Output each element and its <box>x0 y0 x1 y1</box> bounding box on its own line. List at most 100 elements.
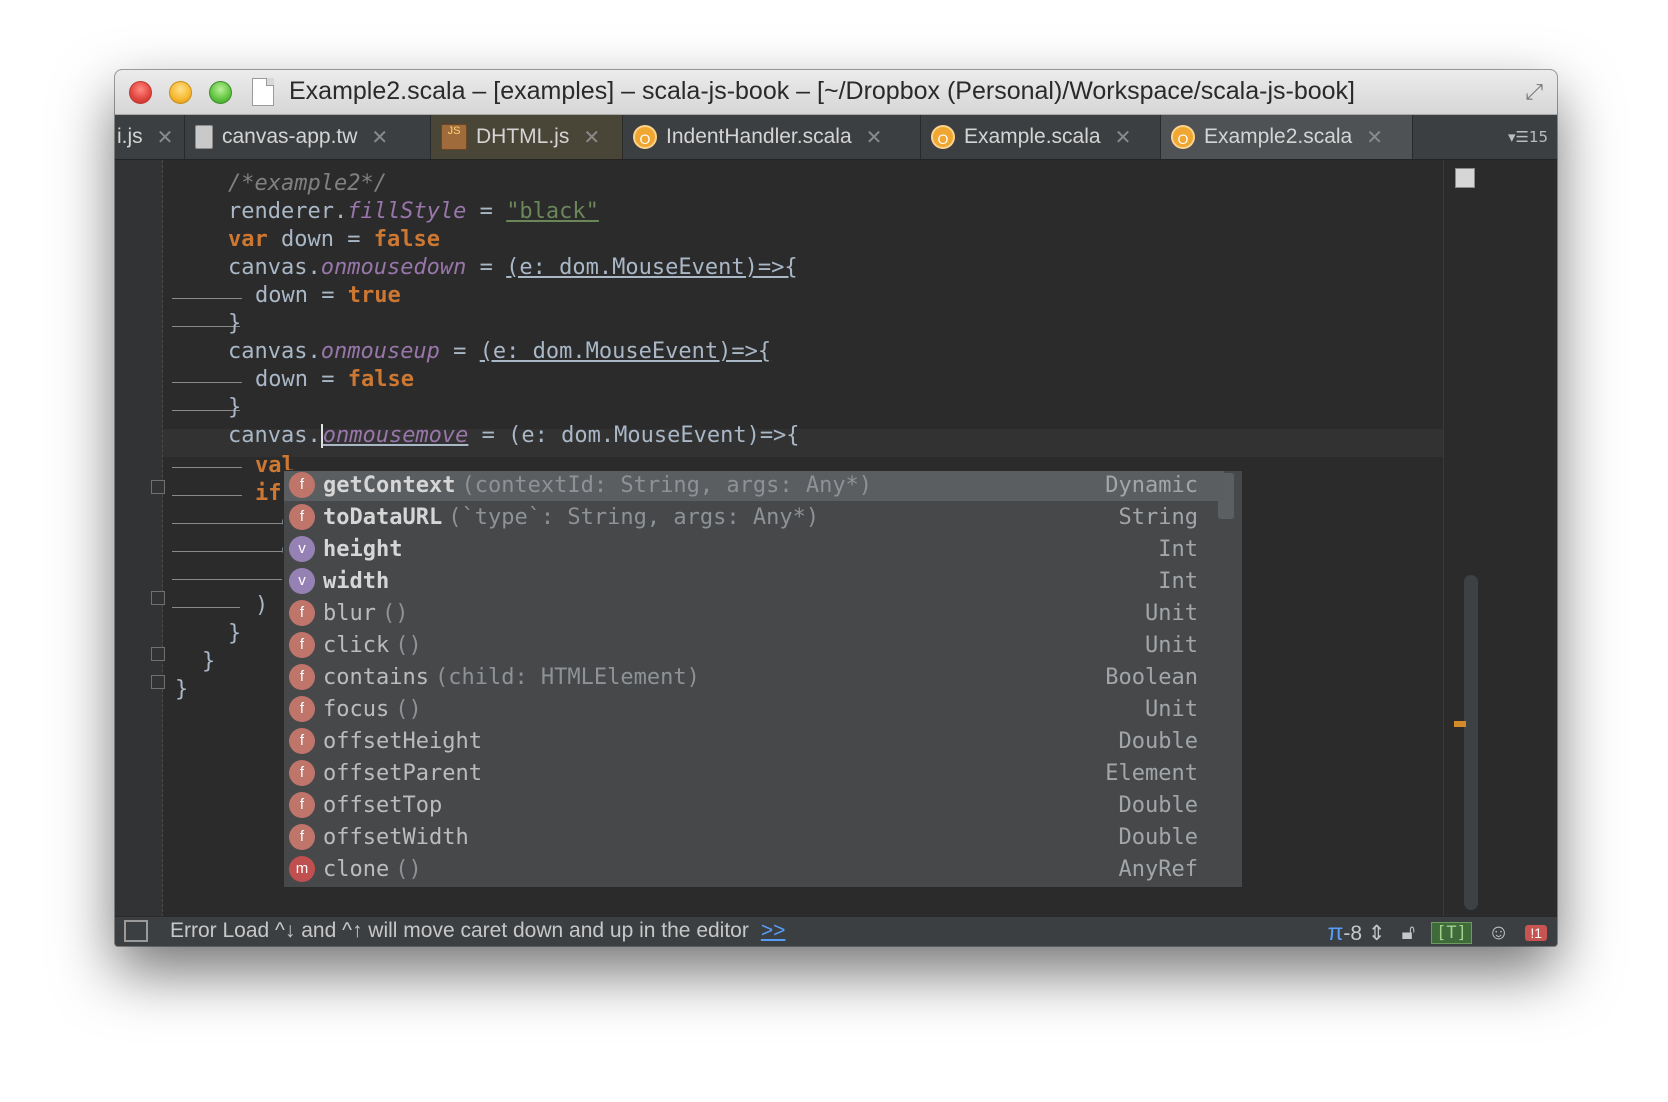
completion-item[interactable]: f getContext (contextId: String, args: Any… <box>284 471 1224 501</box>
completion-item[interactable]: f focus() Unit <box>284 693 1224 725</box>
editor-gutter[interactable] <box>115 160 163 917</box>
completion-item[interactable]: v height Int <box>284 533 1224 565</box>
code-line[interactable]: } <box>228 310 241 338</box>
code-token: down = <box>255 283 348 308</box>
function-icon: f <box>289 504 315 530</box>
variable-icon: v <box>289 568 315 594</box>
code-line[interactable]: renderer.fillStyle = "black" <box>228 198 599 226</box>
completion-name: focus <box>323 696 390 722</box>
indent-guide <box>172 382 242 383</box>
js-file-icon: JS <box>441 124 467 150</box>
completion-type: Double <box>1118 728 1198 754</box>
code-token: true <box>347 283 401 308</box>
code-line[interactable]: canvas.onmouseup = (e: dom.MouseEvent)=>… <box>228 338 771 366</box>
code-token: renderer. <box>228 199 348 224</box>
tab-overflow-button[interactable]: ▾☰ 15 <box>1499 115 1557 159</box>
code-line[interactable]: if <box>255 480 282 508</box>
code-line[interactable]: } <box>175 676 188 704</box>
completion-name: toDataURL <box>323 504 443 530</box>
completion-item[interactable]: f offsetTop Double <box>284 789 1224 821</box>
close-icon[interactable]: ✕ <box>866 125 883 150</box>
code-token: = <box>439 339 480 364</box>
completion-item[interactable]: f offsetHeight Double <box>284 725 1224 757</box>
code-token: = <box>466 199 507 224</box>
fold-marker-icon[interactable] <box>151 480 165 494</box>
code-token: canvas. <box>228 423 321 448</box>
tool-windows-toggle-icon[interactable] <box>124 920 148 942</box>
lock-icon[interactable]: 🔓︎ <box>1402 921 1416 945</box>
close-icon[interactable]: ✕ <box>1115 125 1132 150</box>
tab-dhtml-js[interactable]: JS DHTML.js ✕ <box>431 115 623 159</box>
indent-guide <box>172 579 282 580</box>
fold-marker-icon[interactable] <box>151 647 165 661</box>
close-icon[interactable]: ✕ <box>157 125 174 150</box>
typeaware-badge[interactable]: [T] <box>1431 921 1472 944</box>
completion-type: Double <box>1118 824 1198 850</box>
code-completion-popup[interactable]: f getContext (contextId: String, args: Any… <box>283 470 1243 888</box>
status-more-link[interactable]: >> <box>761 919 786 942</box>
code-line[interactable]: } <box>228 620 241 648</box>
title-bar: Example2.scala – [examples] – scala-js-b… <box>115 70 1557 115</box>
code-line[interactable]: canvas.onmousemove = (e: dom.MouseEvent)… <box>228 422 800 450</box>
code-token: } <box>202 649 216 674</box>
function-icon: f <box>289 728 315 754</box>
inspector-icon[interactable]: ☺ <box>1488 921 1509 945</box>
completion-type: Dynamic <box>1105 472 1198 498</box>
completion-type: Int <box>1158 536 1198 562</box>
scala-object-icon: O <box>931 125 955 149</box>
code-token: onmousedown <box>320 255 467 280</box>
code-line[interactable]: canvas.onmousedown = (e: dom.MouseEvent)… <box>228 254 798 282</box>
inspection-status-icon[interactable] <box>1455 168 1475 188</box>
code-token: var <box>228 227 268 252</box>
code-token: if <box>255 481 282 506</box>
code-token: (e: dom.MouseEvent)=>{ <box>506 255 798 280</box>
pi-icon: π <box>1327 919 1344 945</box>
code-line[interactable]: } <box>202 648 215 676</box>
completion-item[interactable]: f blur() Unit <box>284 597 1224 629</box>
minimize-window-button[interactable] <box>169 81 192 104</box>
code-line[interactable]: } <box>228 394 241 422</box>
code-token: "black" <box>506 199 599 224</box>
indent-guide <box>172 551 282 552</box>
indent-guide <box>172 523 282 524</box>
event-log-icon[interactable]: !1 <box>1525 924 1547 941</box>
warning-marker[interactable] <box>1454 721 1466 727</box>
completion-type: Element <box>1105 760 1198 786</box>
code-line[interactable]: /*example2*/ <box>228 170 387 198</box>
code-line[interactable]: var down = false <box>228 226 440 254</box>
code-line[interactable]: down = false <box>255 366 414 394</box>
tab-i-js[interactable]: i.js ✕ <box>115 115 185 159</box>
close-icon[interactable]: ✕ <box>371 125 388 150</box>
tab-label: IndentHandler.scala <box>666 125 852 148</box>
updown-icon: ⇕ <box>1367 922 1386 945</box>
completion-item[interactable]: v width Int <box>284 565 1224 597</box>
completion-item[interactable]: f toDataURL (`type`: String, args: Any*) St… <box>284 501 1224 533</box>
close-icon[interactable]: ✕ <box>1366 125 1383 150</box>
tab-example2[interactable]: O Example2.scala ✕ <box>1161 115 1413 159</box>
completion-name: click <box>323 632 390 658</box>
completion-name: offsetTop <box>323 792 443 818</box>
code-token: onmouseup <box>320 339 440 364</box>
function-icon: f <box>289 472 315 498</box>
tab-label: i.js <box>117 125 143 148</box>
code-line[interactable]: ) <box>255 592 268 620</box>
fold-marker-icon[interactable] <box>151 675 165 689</box>
page-icon <box>195 125 213 149</box>
fold-marker-icon[interactable] <box>151 591 165 605</box>
tab-canvas-app[interactable]: canvas-app.tw ✕ <box>185 115 431 159</box>
completion-item[interactable]: m clone() AnyRef <box>284 853 1224 885</box>
close-window-button[interactable] <box>129 81 152 104</box>
completion-item[interactable]: f offsetWidth Double <box>284 821 1224 853</box>
code-token: (e: dom.MouseEvent)=>{ <box>479 339 772 364</box>
close-icon[interactable]: ✕ <box>583 125 600 150</box>
zoom-window-button[interactable] <box>209 81 232 104</box>
position-widget[interactable]: π-8 ⇕ <box>1328 919 1386 946</box>
tab-example[interactable]: O Example.scala ✕ <box>921 115 1161 159</box>
code-line[interactable]: down = true <box>255 282 401 310</box>
completion-item[interactable]: f click() Unit <box>284 629 1224 661</box>
tab-indenthandler[interactable]: O IndentHandler.scala ✕ <box>623 115 921 159</box>
completion-item[interactable]: f contains (child: HTMLElement) Boolean <box>284 661 1224 693</box>
vertical-scrollbar[interactable] <box>1464 575 1478 910</box>
fullscreen-icon[interactable]: ⤢ <box>1525 80 1543 105</box>
completion-item[interactable]: f offsetParent Element <box>284 757 1224 789</box>
